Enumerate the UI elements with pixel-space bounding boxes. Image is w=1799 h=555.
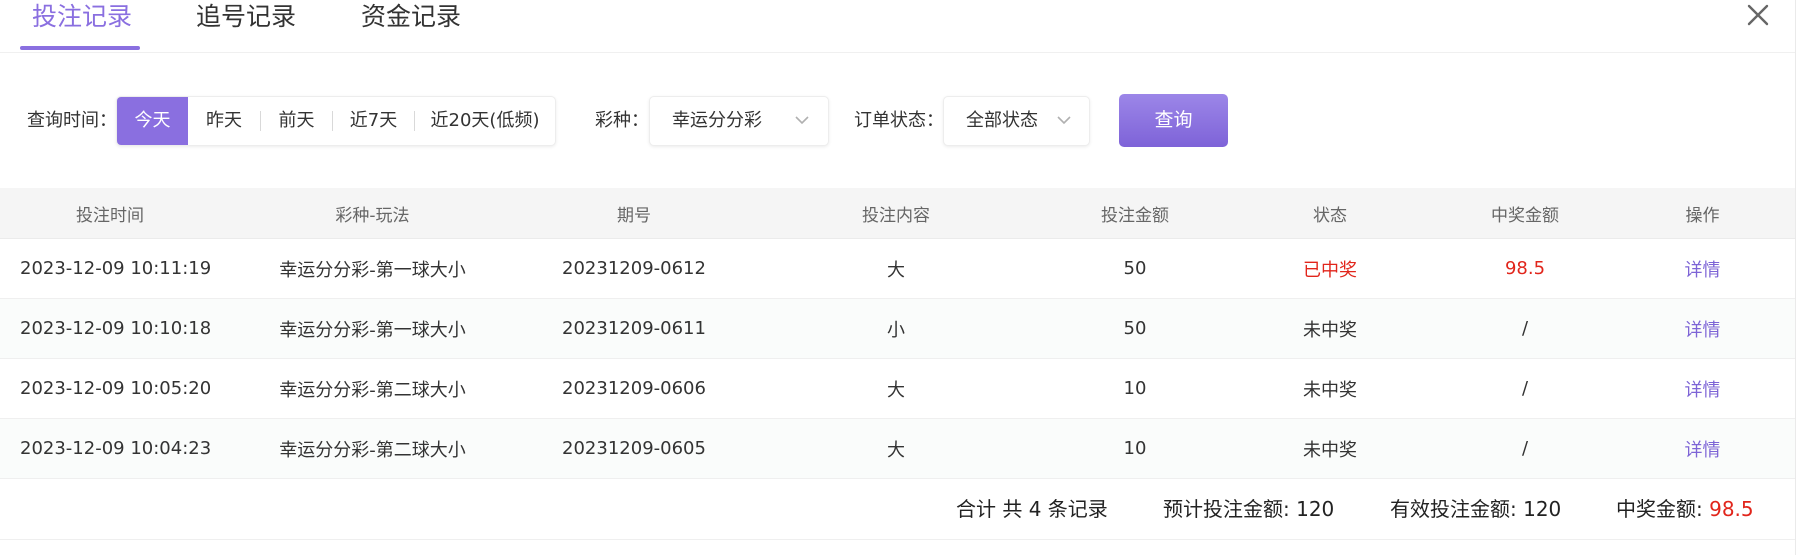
column-header-issue: 期号: [617, 205, 651, 226]
column-header-content: 投注内容: [862, 205, 930, 226]
game-cell: 幸运分分彩-第一球大小: [279, 259, 466, 281]
column-header-amount: 投注金额: [1101, 205, 1169, 226]
time-option-yesterday[interactable]: 昨天: [188, 97, 260, 145]
close-icon: [1747, 4, 1769, 26]
total-records: 合计 共 4 条记录: [956, 497, 1108, 521]
issue-cell: 20231209-0611: [562, 318, 706, 339]
time-option-7-days[interactable]: 近7天: [333, 97, 414, 145]
details-link[interactable]: 详情: [1625, 419, 1780, 478]
prize-cell: /: [1521, 318, 1529, 339]
close-button[interactable]: [1738, 0, 1778, 34]
column-header-status: 状态: [1313, 205, 1347, 226]
tab-bar: 投注记录 追号记录 资金记录: [0, 0, 1795, 53]
time-option-today[interactable]: 今天: [117, 97, 188, 145]
bet-time-cell: 2023-12-09 10:05:20: [20, 378, 212, 399]
prize-cell: 98.5: [1504, 258, 1546, 279]
valid-bet-value: 120: [1523, 497, 1562, 521]
total-prize-label: 中奖金额:: [1616, 497, 1710, 521]
lottery-select[interactable]: 幸运分分彩: [649, 96, 829, 146]
summary-bar: 合计 共 4 条记录 预计投注金额: 120 有效投注金额: 120 中奖金额:…: [0, 479, 1795, 540]
expected-bet-label: 预计投注金额:: [1163, 497, 1297, 521]
column-header-game: 彩种-玩法: [335, 205, 410, 226]
bet-records-panel: 投注记录 追号记录 资金记录 查询时间： 今天 昨天 前天 近7天 近20天(低…: [0, 0, 1799, 555]
column-header-action: 操作: [1685, 205, 1720, 226]
game-cell: 幸运分分彩-第二球大小: [279, 379, 466, 401]
details-link[interactable]: 详情: [1625, 299, 1780, 358]
amount-cell: 10: [1123, 378, 1147, 399]
status-cell: 未中奖: [1303, 439, 1357, 461]
amount-cell: 50: [1123, 318, 1147, 339]
total-prize-amount: 中奖金额: 98.5: [1616, 479, 1754, 539]
bet-records-table: 投注时间 彩种-玩法 期号 投注内容 投注金额 状态 中奖金额 操作 2023-…: [0, 188, 1795, 540]
status-cell: 已中奖: [1303, 259, 1357, 281]
details-link[interactable]: 详情: [1625, 359, 1780, 418]
table-row: 2023-12-09 10:10:18 幸运分分彩-第一球大小 20231209…: [0, 299, 1795, 359]
bet-time-cell: 2023-12-09 10:04:23: [20, 438, 212, 459]
content-cell: 大: [887, 379, 905, 401]
table-row: 2023-12-09 10:11:19 幸运分分彩-第一球大小 20231209…: [0, 239, 1795, 299]
prize-cell: /: [1521, 438, 1529, 459]
query-time-label: 查询时间：: [27, 110, 117, 131]
status-cell: 未中奖: [1303, 319, 1357, 341]
query-button[interactable]: 查询: [1119, 94, 1228, 147]
expected-bet-value: 120: [1296, 497, 1335, 521]
content-cell: 大: [887, 259, 905, 281]
table-header: 投注时间 彩种-玩法 期号 投注内容 投注金额 状态 中奖金额 操作: [0, 188, 1795, 239]
tab-bet-records[interactable]: 投注记录: [32, 0, 132, 40]
valid-bet-amount: 有效投注金额: 120: [1390, 479, 1561, 539]
valid-bet-label: 有效投注金额:: [1390, 497, 1524, 521]
amount-cell: 50: [1123, 258, 1147, 279]
status-cell: 未中奖: [1303, 379, 1357, 401]
prize-cell: /: [1521, 378, 1529, 399]
column-header-bet-time: 投注时间: [76, 205, 144, 226]
issue-cell: 20231209-0605: [562, 438, 706, 459]
tab-fund-records[interactable]: 资金记录: [361, 0, 461, 40]
tab-chase-records[interactable]: 追号记录: [196, 0, 296, 40]
details-link[interactable]: 详情: [1625, 239, 1780, 298]
bet-time-cell: 2023-12-09 10:11:19: [20, 258, 212, 279]
content-cell: 小: [887, 319, 905, 341]
issue-cell: 20231209-0612: [562, 258, 706, 279]
lottery-label: 彩种：: [595, 110, 649, 131]
time-option-day-before[interactable]: 前天: [261, 97, 332, 145]
order-status-select[interactable]: 全部状态: [943, 96, 1090, 146]
bet-time-cell: 2023-12-09 10:10:18: [20, 318, 212, 339]
order-status-label: 订单状态：: [854, 110, 944, 131]
game-cell: 幸运分分彩-第一球大小: [279, 319, 466, 341]
total-prize-value: 98.5: [1709, 497, 1754, 521]
issue-cell: 20231209-0606: [562, 378, 706, 399]
chevron-down-icon: [795, 116, 809, 125]
panel-edge-divider: [1795, 0, 1796, 555]
time-option-20-days[interactable]: 近20天(低频): [415, 97, 555, 145]
expected-bet-amount: 预计投注金额: 120: [1163, 479, 1334, 539]
game-cell: 幸运分分彩-第二球大小: [279, 439, 466, 461]
time-range-selector: 今天 昨天 前天 近7天 近20天(低频): [116, 96, 556, 146]
content-cell: 大: [887, 439, 905, 461]
order-status-select-value: 全部状态: [966, 110, 1038, 131]
column-header-prize: 中奖金额: [1491, 205, 1559, 226]
active-tab-indicator: [20, 46, 140, 50]
table-row: 2023-12-09 10:05:20 幸运分分彩-第二球大小 20231209…: [0, 359, 1795, 419]
table-row: 2023-12-09 10:04:23 幸运分分彩-第二球大小 20231209…: [0, 419, 1795, 479]
chevron-down-icon: [1057, 116, 1071, 125]
amount-cell: 10: [1123, 438, 1147, 459]
lottery-select-value: 幸运分分彩: [672, 110, 762, 131]
